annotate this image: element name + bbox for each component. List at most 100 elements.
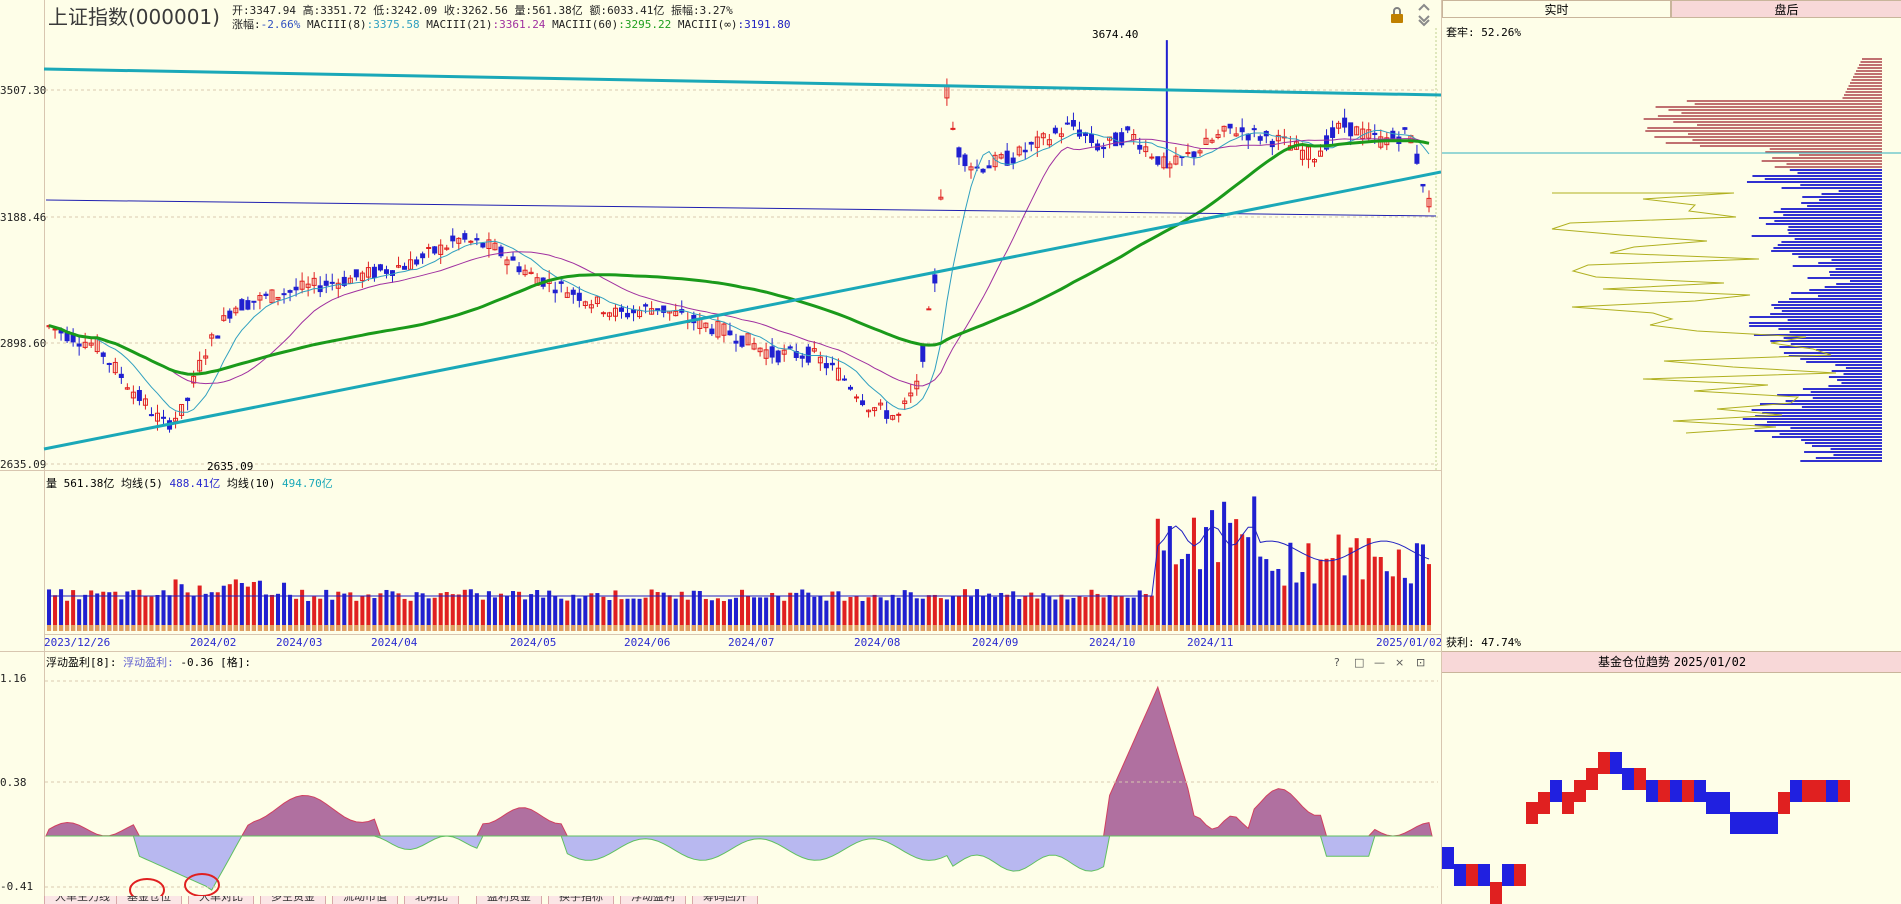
chip-bar xyxy=(1816,349,1882,351)
tab-realtime[interactable]: 实时 xyxy=(1442,0,1671,18)
volume-base-bar xyxy=(956,625,961,631)
volume-bar xyxy=(1276,568,1281,631)
volume-base-bar xyxy=(1354,625,1359,631)
volume-base-bar xyxy=(607,625,612,631)
price-chart-panel[interactable]: 上证指数(000001) 开:3347.94 高:3351.72 低:3242.… xyxy=(0,0,1441,473)
indicator-tab[interactable]: 盈利资金 xyxy=(476,896,542,904)
volume-base-bar xyxy=(1119,625,1124,631)
volume-base-bar xyxy=(932,625,937,631)
volume-base-bar xyxy=(830,625,835,631)
chip-bar xyxy=(1841,382,1882,384)
volume-panel[interactable]: 量 561.38亿 均线(5) 488.41亿 均线(10) 494.70亿 xyxy=(0,471,1441,651)
volume-base-bar xyxy=(975,625,980,631)
candle-body xyxy=(263,293,269,296)
indicator-tab[interactable]: 流动市值 xyxy=(332,896,398,904)
chip-bar xyxy=(1844,94,1882,96)
date-axis-label: 2024/09 xyxy=(972,636,1019,649)
volume-bar xyxy=(1390,576,1395,631)
volume-bar xyxy=(1330,558,1335,631)
volume-base-bar xyxy=(366,625,371,631)
candle-body xyxy=(1028,141,1034,145)
candle-body xyxy=(432,246,438,254)
indicator-tab[interactable]: 基金仓位 xyxy=(116,896,182,904)
chip-bar xyxy=(1859,64,1882,66)
volume-base-bar xyxy=(631,625,636,631)
volume-bar xyxy=(245,586,250,631)
volume-base-bar xyxy=(456,625,461,631)
chip-bar xyxy=(1819,199,1882,201)
volume-base-bar xyxy=(1210,625,1215,631)
volume-ma5-line xyxy=(49,525,1430,597)
indicator-panel[interactable]: 浮动盈利[8]: 浮动盈利: -0.36 [格]: ? □ — × ⊡ 1.16… xyxy=(0,651,1441,897)
volume-base-bar xyxy=(613,625,618,631)
volume-base-bar xyxy=(1342,625,1347,631)
volume-base-bar xyxy=(1258,625,1263,631)
volume-base-bar xyxy=(1161,625,1166,631)
candle-body xyxy=(860,400,866,406)
indicator-tab[interactable]: 换手指标 xyxy=(548,896,614,904)
volume-base-bar xyxy=(480,625,485,631)
volume-base-bar xyxy=(685,625,690,631)
volume-base-bar xyxy=(1041,625,1046,631)
volume-base-bar xyxy=(1101,625,1106,631)
volume-bar xyxy=(1396,549,1401,631)
chip-bar xyxy=(1752,175,1882,177)
indicator-tab[interactable]: 北明比 xyxy=(404,896,459,904)
fund-position-block xyxy=(1790,780,1802,802)
chip-bar xyxy=(1788,226,1882,228)
fund-position-block xyxy=(1586,768,1598,790)
fund-position-block xyxy=(1526,802,1538,824)
chip-bar xyxy=(1801,439,1882,441)
volume-base-bar xyxy=(800,625,805,631)
candle-body xyxy=(100,352,106,357)
chip-distribution-panel: 实时 盘后 套牢: 52.26% 获利: 47.74% 基金仓位趋势 2025/… xyxy=(1441,0,1901,904)
chip-bar xyxy=(1751,235,1882,237)
volume-base-bar xyxy=(426,625,431,631)
candle-body xyxy=(516,266,522,273)
chip-bar xyxy=(1654,136,1882,138)
chip-bar xyxy=(1786,163,1882,165)
indicator-tab[interactable]: 大单主力线 xyxy=(44,896,121,904)
candle-body xyxy=(323,280,329,286)
date-axis-label: 2024/06 xyxy=(624,636,671,649)
double-chevron-icon[interactable] xyxy=(1417,2,1431,28)
chip-bar xyxy=(1777,394,1882,396)
lock-icon[interactable] xyxy=(1388,7,1406,23)
fund-position-block xyxy=(1706,792,1718,814)
chip-bar xyxy=(1790,343,1882,345)
candle-body xyxy=(1064,122,1070,125)
indicator-tab[interactable]: 大单对比 xyxy=(188,896,254,904)
volume-bar xyxy=(1264,559,1269,631)
chip-bar xyxy=(1655,106,1882,108)
volume-base-bar xyxy=(890,625,895,631)
candle-body xyxy=(353,269,359,278)
indicator-tab[interactable]: 筹码回升 xyxy=(692,896,758,904)
volume-base-bar xyxy=(1053,625,1058,631)
chip-bar xyxy=(1748,322,1882,324)
candle-body xyxy=(932,274,938,284)
candle-body xyxy=(1101,146,1107,150)
volume-base-bar xyxy=(221,625,226,631)
volume-base-bar xyxy=(161,625,166,631)
profit-label: 获利: xyxy=(1446,636,1475,649)
candle-body xyxy=(1022,149,1028,153)
indicator-tab[interactable]: 浮动盈利 xyxy=(620,896,686,904)
chip-bar xyxy=(1835,364,1882,366)
tab-after-hours[interactable]: 盘后 xyxy=(1671,0,1901,18)
volume-base-bar xyxy=(1113,625,1118,631)
chip-bar xyxy=(1798,256,1882,258)
chip-bar xyxy=(1842,97,1882,99)
volume-base-bar xyxy=(282,625,287,631)
fund-position-block xyxy=(1838,780,1850,802)
candle-body xyxy=(402,265,408,270)
volume-base-bar xyxy=(691,625,696,631)
volume-base-bar xyxy=(354,625,359,631)
volume-base-bar xyxy=(806,625,811,631)
candle-body xyxy=(625,312,631,318)
volume-bar xyxy=(233,579,238,631)
chip-bar xyxy=(1812,397,1882,399)
volume-base-bar xyxy=(770,625,775,631)
volume-base-bar xyxy=(1384,625,1389,631)
volume-base-bar xyxy=(1300,625,1305,631)
indicator-tab[interactable]: 多空资金 xyxy=(260,896,326,904)
